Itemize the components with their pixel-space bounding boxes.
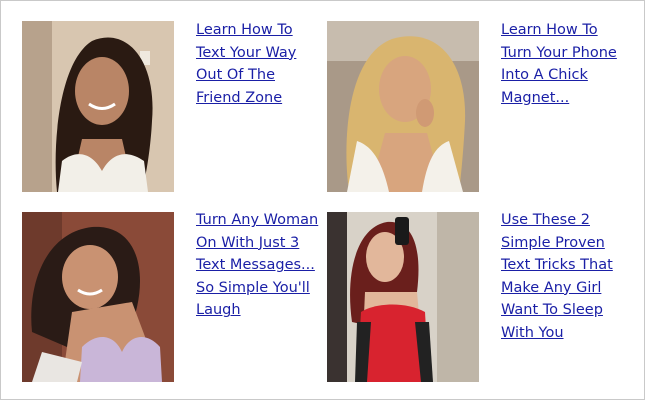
- ad-thumbnail-4[interactable]: [327, 212, 479, 382]
- ad-headline-1[interactable]: Learn How To Text Your Way Out Of The Fr…: [196, 19, 324, 109]
- woman-photo-2: [327, 21, 479, 192]
- ad-headline-2[interactable]: Learn How To Turn Your Phone Into A Chic…: [501, 19, 629, 109]
- ad-thumbnail-2[interactable]: [327, 21, 479, 192]
- ad-widget-frame: Learn How To Text Your Way Out Of The Fr…: [0, 0, 645, 400]
- woman-photo-1: [22, 21, 174, 192]
- woman-photo-3: [22, 212, 174, 382]
- ad-headline-4[interactable]: Use These 2 Simple Proven Text Tricks Th…: [501, 209, 629, 345]
- ad-thumbnail-3[interactable]: [22, 212, 174, 382]
- woman-photo-4: [327, 212, 479, 382]
- ad-thumbnail-1[interactable]: [22, 21, 174, 192]
- ad-headline-3[interactable]: Turn Any Woman On With Just 3 Text Messa…: [196, 209, 324, 322]
